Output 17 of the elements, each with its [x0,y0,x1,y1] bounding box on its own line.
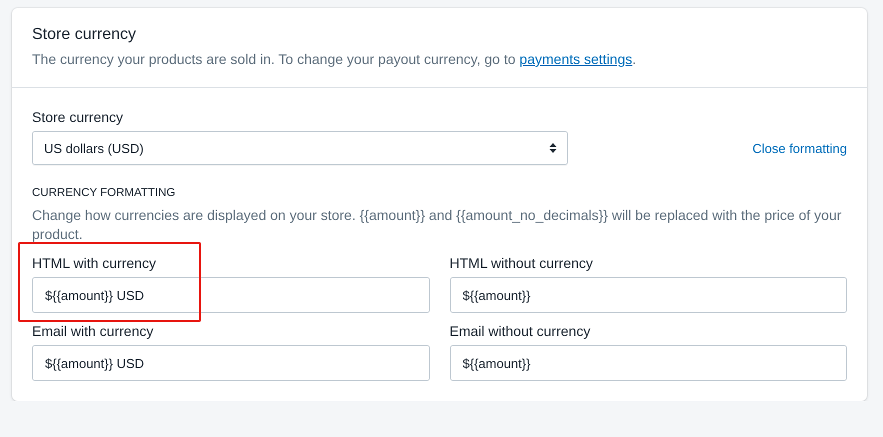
field-label: HTML with currency [32,254,157,272]
field-label: Email with currency [32,322,154,340]
card-description: The currency your products are sold in. To change your payout currency, go to payments settings. [32,50,638,69]
input-field[interactable]: ${{amount}} USD [32,277,430,313]
currency-select[interactable]: US dollars (USD) [32,131,568,165]
payments-settings-link[interactable]: payments settings [519,51,632,67]
input-field[interactable]: ${{amount}} USD [32,345,430,381]
section-heading: CURRENCY FORMATTING [32,187,176,199]
field-label: Email without currency [450,322,592,340]
section-description: Change how currencies are displayed on your store. {{amount}} and {{amount_no_decimals}} will be replaced with the price of your product. [32,206,842,244]
input-field[interactable]: ${{amount}} [450,345,847,381]
sort-icon [549,142,557,154]
field-label: Store currency [32,108,124,126]
card-title: Store currency [32,26,138,44]
input-field[interactable]: ${{amount}} [450,277,847,313]
field-label: HTML without currency [450,254,594,272]
close-formatting-link[interactable]: Close formatting [752,140,847,156]
